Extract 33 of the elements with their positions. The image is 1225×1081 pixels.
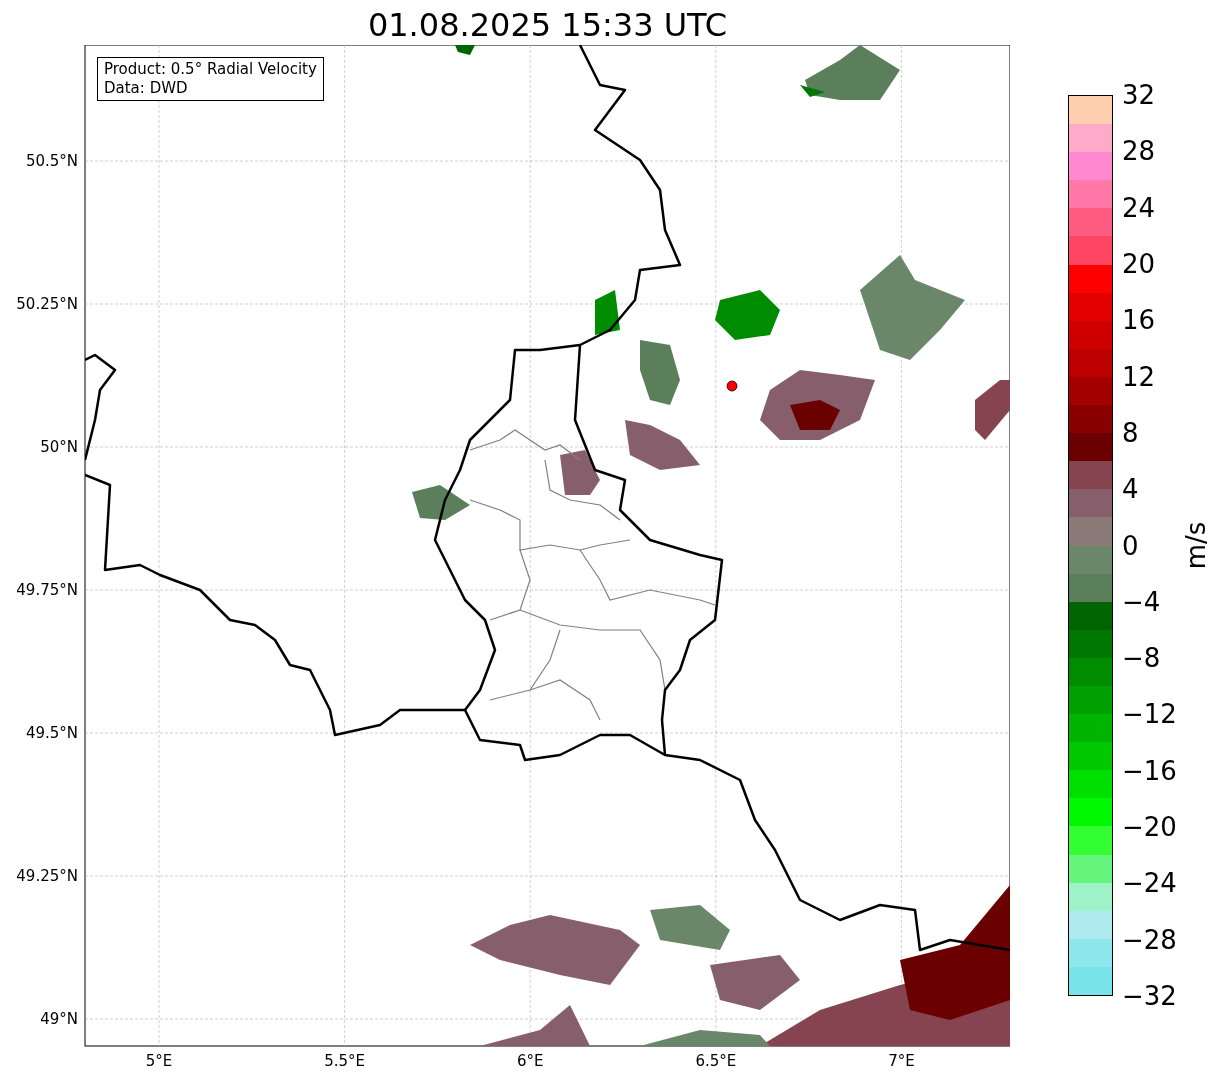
colorbar-label: m/s (1180, 521, 1213, 570)
chart-title: 01.08.2025 15:33 UTC (367, 5, 728, 45)
latitude-label: 50°N (40, 438, 78, 456)
colorbar-tick-label: 0 (1122, 530, 1139, 561)
colorbar-tick-label: −16 (1122, 755, 1177, 786)
colorbar-tick-label: −20 (1122, 812, 1177, 843)
colorbar-tick-label: 20 (1122, 248, 1156, 279)
latitude-label: 50.25°N (16, 295, 78, 313)
latitude-label: 49°N (40, 1010, 78, 1028)
longitude-label: 6°E (516, 1052, 544, 1070)
colorbar-tick-label: −8 (1122, 643, 1161, 674)
longitude-label: 7°E (888, 1052, 915, 1070)
longitude-label: 5°E (145, 1052, 173, 1070)
colorbar-tick-label: −28 (1122, 924, 1177, 955)
colorbar-tick-label: 4 (1122, 474, 1139, 505)
colorbar-tick-label: −24 (1122, 868, 1177, 899)
latitude-label: 49.25°N (16, 867, 78, 885)
latitude-label: 50.5°N (25, 152, 78, 170)
colorbar-tick-label: 28 (1122, 136, 1156, 167)
colorbar-tick-label: −32 (1122, 981, 1177, 1011)
latitude-label: 49.75°N (16, 581, 78, 599)
longitude-label: 5.5°E (324, 1052, 365, 1070)
longitude-label: 6.5°E (695, 1052, 737, 1070)
colorbar-tick-label: −12 (1122, 699, 1177, 730)
colorbar-tick-label: 32 (1122, 80, 1156, 110)
colorbar-tick-label: −4 (1122, 586, 1161, 617)
legend-text: Data: DWD (104, 79, 189, 98)
colorbar-tick-label: 16 (1122, 305, 1156, 336)
colorbar-tick-label: 8 (1122, 417, 1139, 448)
latitude-label: 49.5°N (25, 724, 78, 742)
legend-text: Product: 0.5° Radial Velocity (104, 60, 317, 79)
colorbar-tick-label: 12 (1122, 361, 1156, 392)
colorbar-tick-label: 24 (1122, 192, 1156, 223)
